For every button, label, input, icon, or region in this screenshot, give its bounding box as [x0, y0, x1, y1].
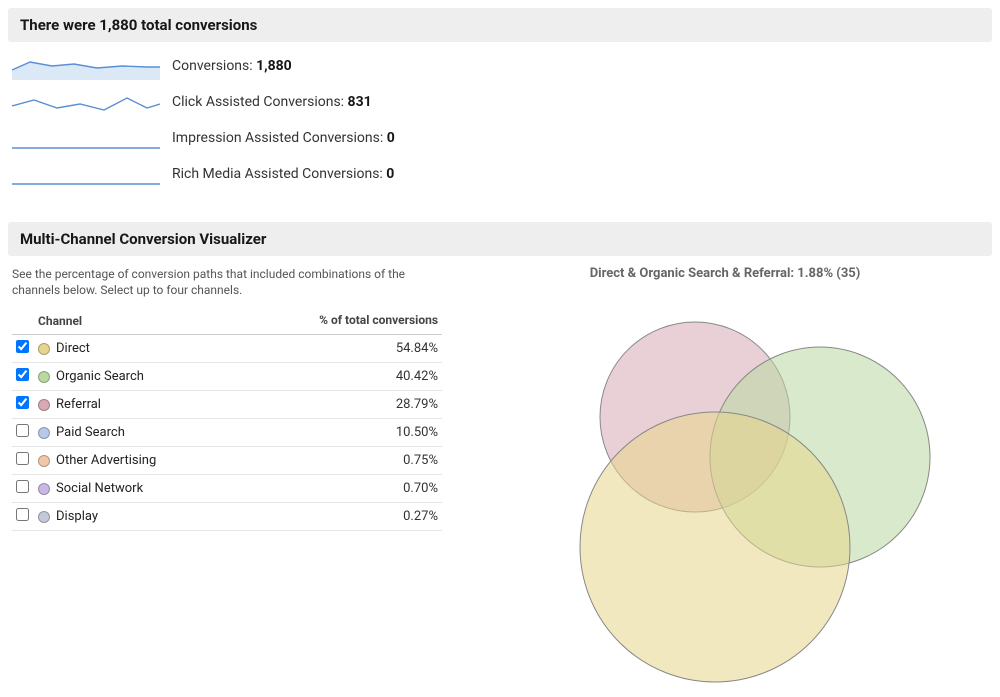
sparkline-icon: [12, 52, 160, 80]
metric-value: 0: [386, 166, 394, 182]
col-checkbox: [12, 308, 34, 335]
channel-swatch-icon: [38, 455, 50, 467]
sparkline-icon: [12, 160, 160, 188]
channel-pct: 10.50%: [238, 419, 442, 447]
channel-swatch-icon: [38, 343, 50, 355]
channel-swatch-icon: [38, 427, 50, 439]
visualizer-body: See the percentage of conversion paths t…: [0, 256, 1000, 697]
metric-value: 1,880: [256, 58, 292, 74]
table-row: Social Network 0.70%: [12, 475, 442, 503]
channel-checkbox[interactable]: [16, 480, 29, 493]
channel-pct: 54.84%: [238, 335, 442, 363]
headline-suffix: total conversions: [137, 16, 257, 34]
channel-checkbox[interactable]: [16, 396, 29, 409]
table-row: Direct 54.84%: [12, 335, 442, 363]
channel-name: Direct: [56, 341, 90, 356]
channel-name: Paid Search: [56, 425, 125, 440]
metric-label: Click Assisted Conversions: 831: [172, 94, 372, 110]
metric-row: Conversions: 1,880: [12, 52, 988, 80]
channel-name: Other Advertising: [56, 453, 156, 468]
channel-checkbox[interactable]: [16, 508, 29, 521]
table-row: Paid Search 10.50%: [12, 419, 442, 447]
channel-table: Channel % of total conversions Direct 54.…: [12, 308, 442, 531]
channel-swatch-icon: [38, 399, 50, 411]
metric-row: Rich Media Assisted Conversions: 0: [12, 160, 988, 188]
channel-name: Social Network: [56, 481, 143, 496]
metric-label: Conversions: 1,880: [172, 58, 292, 74]
venn-caption: Direct & Organic Search & Referral: 1.88…: [462, 266, 988, 281]
table-row: Referral 28.79%: [12, 391, 442, 419]
channel-swatch-icon: [38, 511, 50, 523]
col-channel: Channel: [34, 308, 238, 335]
metric-value: 0: [387, 130, 395, 146]
visualizer-left: See the percentage of conversion paths t…: [12, 266, 442, 687]
headline-count: 1,880: [99, 16, 137, 34]
table-row: Display 0.27%: [12, 503, 442, 531]
channel-swatch-icon: [38, 483, 50, 495]
sparkline-icon: [12, 124, 160, 152]
table-row: Other Advertising 0.75%: [12, 447, 442, 475]
metric-label: Rich Media Assisted Conversions: 0: [172, 166, 394, 182]
metric-label: Impression Assisted Conversions: 0: [172, 130, 395, 146]
channel-name: Organic Search: [56, 369, 144, 384]
channel-checkbox[interactable]: [16, 340, 29, 353]
channel-pct: 40.42%: [238, 363, 442, 391]
channel-checkbox[interactable]: [16, 452, 29, 465]
metric-row: Click Assisted Conversions: 831: [12, 88, 988, 116]
channel-pct: 0.75%: [238, 447, 442, 475]
channel-pct: 28.79%: [238, 391, 442, 419]
visualizer-description: See the percentage of conversion paths t…: [12, 266, 422, 298]
metrics-block: Conversions: 1,880 Click Assisted Convers…: [0, 42, 1000, 214]
table-row: Organic Search 40.42%: [12, 363, 442, 391]
channel-name: Referral: [56, 397, 101, 412]
visualizer-title: Multi-Channel Conversion Visualizer: [8, 222, 992, 256]
col-pct: % of total conversions: [238, 308, 442, 335]
sparkline-icon: [12, 88, 160, 116]
visualizer-right: Direct & Organic Search & Referral: 1.88…: [462, 266, 988, 687]
metric-value: 831: [348, 94, 372, 110]
metric-row: Impression Assisted Conversions: 0: [12, 124, 988, 152]
headline-prefix: There were: [20, 16, 99, 34]
channel-pct: 0.70%: [238, 475, 442, 503]
channel-pct: 0.27%: [238, 503, 442, 531]
venn-circle[interactable]: [580, 412, 850, 682]
channel-name: Display: [56, 509, 98, 524]
channel-checkbox[interactable]: [16, 368, 29, 381]
summary-headline: There were 1,880 total conversions: [8, 8, 992, 42]
channel-swatch-icon: [38, 371, 50, 383]
channel-checkbox[interactable]: [16, 424, 29, 437]
venn-diagram: [490, 287, 960, 687]
